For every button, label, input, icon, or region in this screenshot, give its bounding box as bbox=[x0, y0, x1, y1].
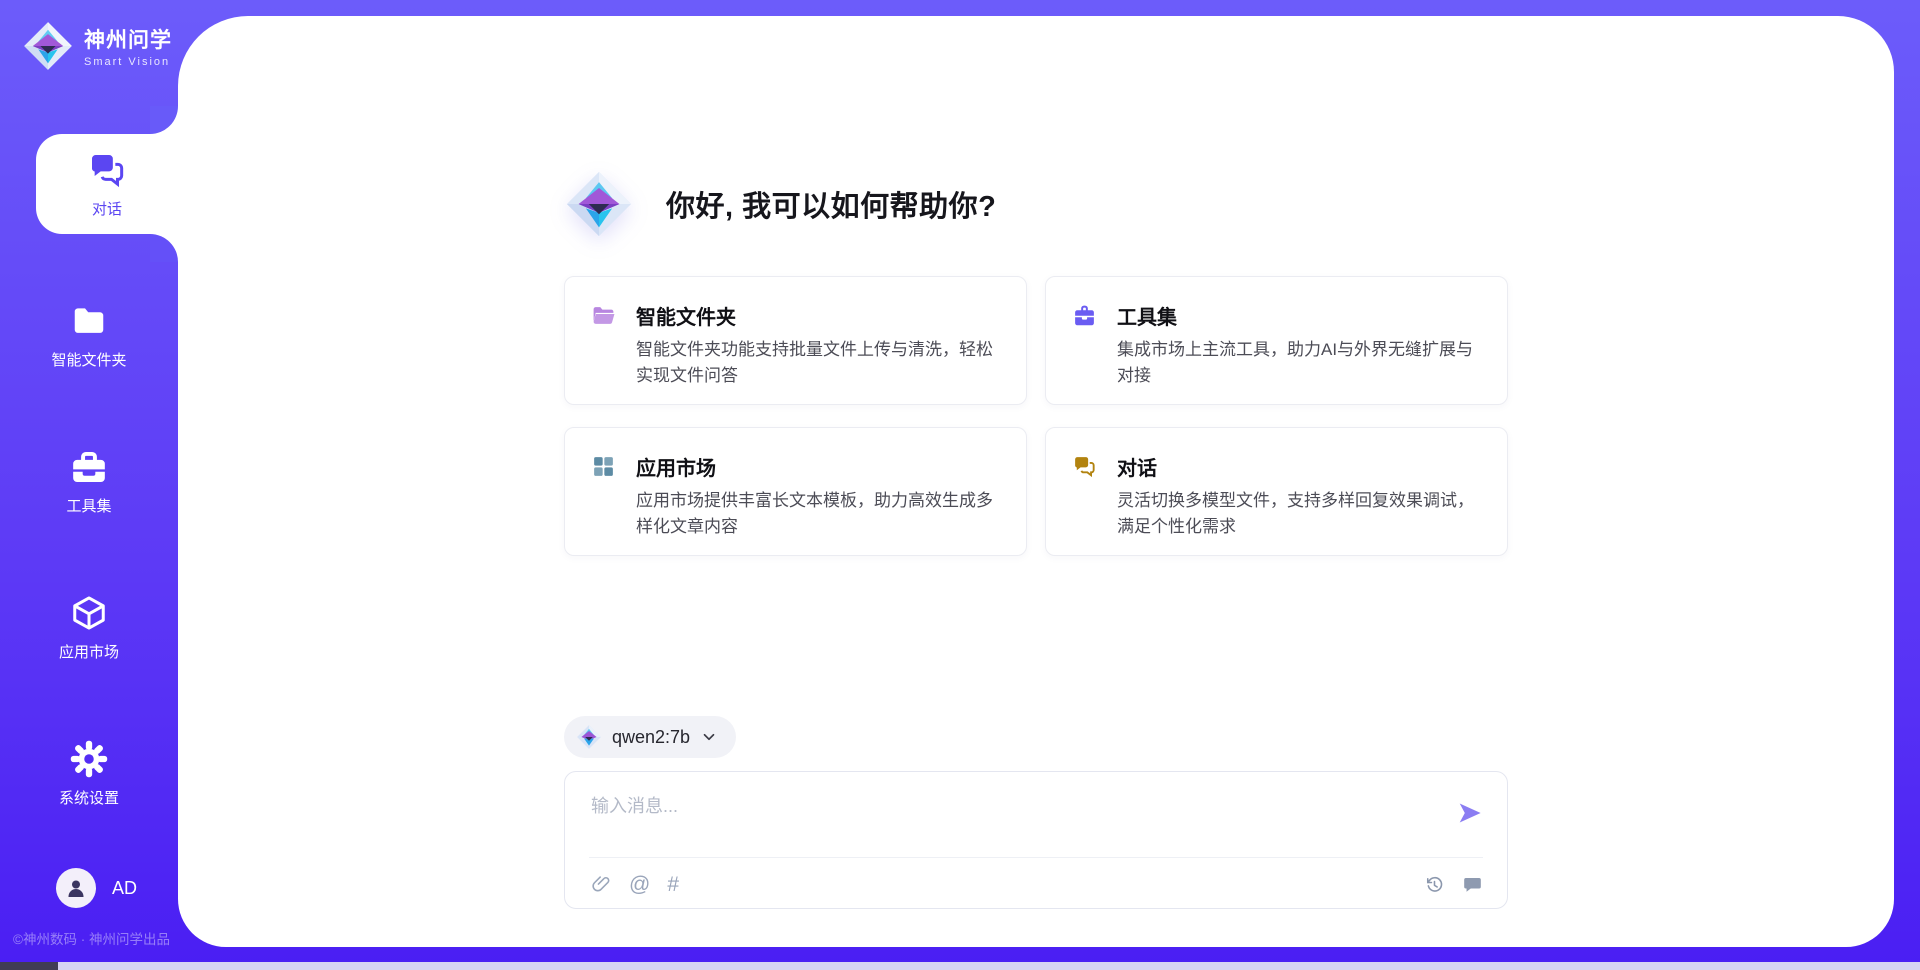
person-icon bbox=[64, 876, 88, 900]
gear-icon bbox=[70, 740, 108, 778]
grid-icon bbox=[591, 454, 616, 479]
card-smart-folder[interactable]: 智能文件夹 智能文件夹功能支持批量文件上传与清洗，轻松实现文件问答 bbox=[564, 276, 1027, 405]
cube-icon bbox=[70, 594, 108, 632]
sidebar-item-label: 对话 bbox=[92, 198, 122, 219]
toolbox-icon bbox=[1072, 303, 1097, 328]
greeting-row: 你好, 我可以如何帮助你? bbox=[564, 166, 1508, 242]
card-chat[interactable]: 对话 灵活切换多模型文件，支持多样回复效果调试，满足个性化需求 bbox=[1045, 427, 1508, 556]
horizontal-scrollbar[interactable] bbox=[0, 962, 1920, 970]
tab-scoop-top bbox=[150, 106, 178, 134]
sidebar-item-toolbox[interactable]: 工具集 bbox=[0, 436, 178, 528]
copyright-text: ©神州数码 · 神州问学出品 bbox=[13, 928, 170, 948]
sidebar-item-label: 系统设置 bbox=[59, 787, 119, 808]
message-input[interactable] bbox=[591, 792, 1411, 848]
send-icon[interactable] bbox=[1457, 800, 1483, 826]
chevron-down-icon bbox=[700, 728, 718, 746]
brand-subtitle: Smart Vision bbox=[84, 56, 172, 68]
folder-icon bbox=[70, 302, 108, 340]
card-title: 对话 bbox=[1117, 452, 1157, 481]
folder-icon bbox=[591, 303, 616, 328]
card-title: 应用市场 bbox=[636, 452, 716, 481]
avatar bbox=[56, 868, 96, 908]
card-app-market[interactable]: 应用市场 应用市场提供丰富长文本模板，助力高效生成多样化文章内容 bbox=[564, 427, 1027, 556]
sidebar-item-chat[interactable]: 对话 bbox=[36, 134, 178, 234]
model-name: qwen2:7b bbox=[612, 727, 690, 748]
sidebar-item-settings[interactable]: 系统设置 bbox=[0, 728, 178, 820]
chat-icon bbox=[1072, 454, 1097, 479]
model-selector[interactable]: qwen2:7b bbox=[564, 716, 736, 758]
sidebar-item-label: 智能文件夹 bbox=[51, 349, 126, 370]
mention-icon[interactable]: @ bbox=[629, 874, 650, 895]
tab-scoop-bottom bbox=[150, 234, 178, 262]
input-divider bbox=[589, 857, 1483, 858]
sidebar: 神州问学 Smart Vision 对话 智能文件夹 工具集 bbox=[0, 0, 178, 970]
sidebar-item-app-market[interactable]: 应用市场 bbox=[0, 582, 178, 674]
sidebar-item-label: 应用市场 bbox=[59, 641, 119, 662]
brand-diamond-icon bbox=[22, 20, 74, 72]
input-toolbar: @ # bbox=[591, 867, 1483, 901]
model-diamond-icon bbox=[576, 724, 602, 750]
card-description: 应用市场提供丰富长文本模板，助力高效生成多样化文章内容 bbox=[636, 488, 998, 540]
chat-bubble-icon[interactable] bbox=[1462, 874, 1483, 895]
card-title: 智能文件夹 bbox=[636, 301, 736, 330]
sidebar-item-smart-folder[interactable]: 智能文件夹 bbox=[0, 290, 178, 382]
card-description: 集成市场上主流工具，助力AI与外界无缝扩展与对接 bbox=[1117, 337, 1479, 389]
card-toolbox[interactable]: 工具集 集成市场上主流工具，助力AI与外界无缝扩展与对接 bbox=[1045, 276, 1508, 405]
scrollbar-thumb[interactable] bbox=[0, 962, 58, 970]
hashtag-icon[interactable]: # bbox=[667, 874, 679, 895]
feature-cards: 智能文件夹 智能文件夹功能支持批量文件上传与清洗，轻松实现文件问答 工具集 集成… bbox=[564, 276, 1508, 556]
greeting-text: 你好, 我可以如何帮助你? bbox=[666, 183, 996, 225]
assistant-diamond-icon bbox=[564, 169, 634, 239]
card-description: 智能文件夹功能支持批量文件上传与清洗，轻松实现文件问答 bbox=[636, 337, 998, 389]
brand-logo-block: 神州问学 Smart Vision bbox=[22, 20, 172, 72]
sidebar-item-label: 工具集 bbox=[66, 495, 111, 516]
card-title: 工具集 bbox=[1117, 301, 1177, 330]
brand-title: 神州问学 bbox=[84, 24, 172, 54]
attachment-icon[interactable] bbox=[591, 874, 612, 895]
user-name: AD bbox=[112, 878, 137, 899]
toolbox-icon bbox=[70, 448, 108, 486]
chat-icon bbox=[87, 150, 127, 190]
card-description: 灵活切换多模型文件，支持多样回复效果调试，满足个性化需求 bbox=[1117, 488, 1479, 540]
user-profile[interactable]: AD bbox=[56, 868, 137, 908]
main-panel: 你好, 我可以如何帮助你? 智能文件夹 智能文件夹功能支持批量文件上传与清洗，轻… bbox=[178, 16, 1894, 947]
history-icon[interactable] bbox=[1424, 874, 1445, 895]
message-input-box: @ # bbox=[564, 771, 1508, 909]
